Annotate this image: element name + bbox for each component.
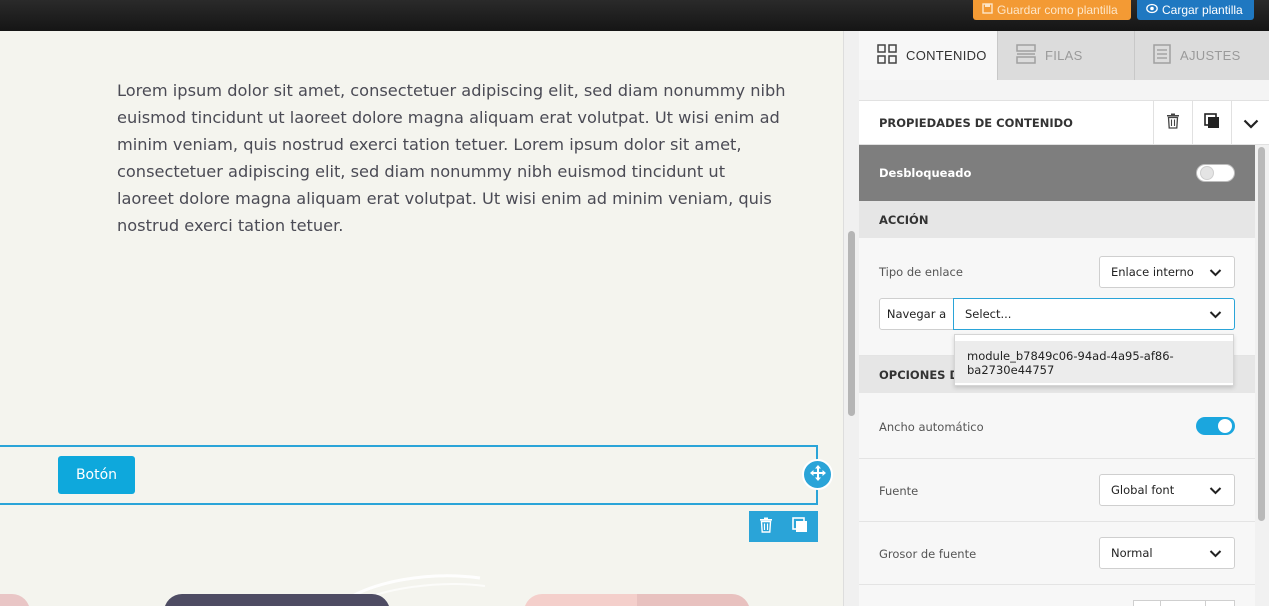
font-label: Fuente [879, 484, 919, 498]
load-template-label: Cargar plantilla [1162, 3, 1243, 17]
navigate-to-select[interactable]: Select... [953, 298, 1235, 330]
settings-doc-icon [1153, 44, 1171, 67]
font-weight-value: Normal [1111, 546, 1153, 560]
unlocked-label: Desbloqueado [879, 166, 972, 180]
properties-panel: CONTENIDO FILAS AJUSTES PROPIEDADES DE C… [859, 31, 1269, 606]
load-template-button[interactable]: Cargar plantilla [1137, 0, 1254, 20]
panel-tabs: CONTENIDO FILAS AJUSTES [859, 31, 1269, 80]
panel-scrollbar[interactable] [1255, 145, 1269, 606]
dropdown-option[interactable]: module_b7849c06-94ad-4a95-af86-ba2730e44… [955, 341, 1233, 383]
decorative-shape [164, 594, 390, 606]
move-arrows-icon [809, 464, 827, 486]
tab-contenido[interactable]: CONTENIDO [859, 31, 997, 80]
navigate-to-dropdown: module_b7849c06-94ad-4a95-af86-ba2730e44… [954, 334, 1234, 386]
delete-row-button[interactable] [749, 511, 783, 542]
toggle-knob [1200, 166, 1214, 180]
delete-content-button[interactable] [1153, 101, 1192, 145]
auto-width-label: Ancho automático [879, 420, 984, 434]
rows-icon [1016, 44, 1036, 67]
trash-icon [1166, 113, 1180, 133]
font-weight-select[interactable]: Normal [1099, 537, 1235, 569]
top-toolbar: Guardar como plantilla Cargar plantilla [0, 0, 1269, 31]
stepper-control[interactable] [1160, 600, 1206, 606]
unlocked-toggle[interactable] [1196, 164, 1235, 182]
canvas-scrollbar-thumb[interactable] [848, 231, 855, 416]
chevron-down-icon [1243, 114, 1259, 133]
section-title: PROPIEDADES DE CONTENIDO [879, 116, 1073, 130]
toggle-knob [1218, 419, 1232, 433]
stepper-control[interactable] [1205, 600, 1235, 606]
decorative-shape [0, 594, 30, 606]
row-tools [749, 511, 818, 542]
link-type-label: Tipo de enlace [879, 265, 963, 279]
content-properties-header: PROPIEDADES DE CONTENIDO [859, 100, 1269, 145]
canvas-scrollbar[interactable] [843, 31, 859, 606]
stepper-control[interactable] [1133, 600, 1161, 606]
auto-width-toggle[interactable] [1196, 417, 1235, 435]
collapse-section-button[interactable] [1231, 101, 1269, 145]
tab-filas-label: FILAS [1045, 48, 1083, 63]
chevron-down-icon [1209, 547, 1222, 561]
tab-ajustes[interactable]: AJUSTES [1134, 31, 1269, 80]
cart-save-icon [982, 3, 993, 17]
link-type-value: Enlace interno [1111, 265, 1194, 279]
navigate-to-label: Navegar a [879, 298, 954, 330]
auto-width-row: Ancho automático [859, 393, 1255, 459]
chevron-down-icon [1209, 308, 1222, 322]
duplicate-row-button[interactable] [783, 511, 817, 542]
font-value: Global font [1111, 483, 1175, 497]
font-weight-row: Grosor de fuente Normal [859, 522, 1255, 585]
editor-canvas: Lorem ipsum dolor sit amet, consectetuer… [0, 31, 843, 606]
tab-contenido-label: CONTENIDO [906, 48, 987, 63]
eye-icon [1146, 3, 1158, 17]
navigate-to-placeholder: Select... [965, 307, 1012, 321]
tab-ajustes-label: AJUSTES [1180, 48, 1241, 63]
chevron-down-icon [1209, 266, 1222, 280]
font-select[interactable]: Global font [1099, 474, 1235, 506]
grid-icon [877, 44, 897, 67]
chevron-down-icon [1209, 484, 1222, 498]
unlocked-row: Desbloqueado [859, 145, 1255, 201]
trash-icon [759, 517, 773, 537]
action-group-label: ACCIÓN [879, 213, 929, 227]
font-row: Fuente Global font [859, 459, 1255, 522]
action-group-header[interactable]: ACCIÓN [859, 201, 1255, 238]
duplicate-icon [1204, 113, 1220, 133]
move-handle[interactable] [802, 459, 833, 490]
tab-filas[interactable]: FILAS [997, 31, 1134, 80]
save-as-template-label: Guardar como plantilla [997, 3, 1118, 17]
link-type-select[interactable]: Enlace interno [1099, 256, 1235, 288]
font-weight-label: Grosor de fuente [879, 547, 977, 561]
decorative-shape [524, 594, 750, 606]
text-block[interactable]: Lorem ipsum dolor sit amet, consectetuer… [117, 77, 787, 239]
boton-button[interactable]: Botón [58, 456, 135, 494]
panel-scrollbar-thumb[interactable] [1258, 147, 1265, 521]
duplicate-content-button[interactable] [1192, 101, 1231, 145]
save-as-template-button[interactable]: Guardar como plantilla [973, 0, 1131, 20]
duplicate-icon [792, 516, 808, 537]
